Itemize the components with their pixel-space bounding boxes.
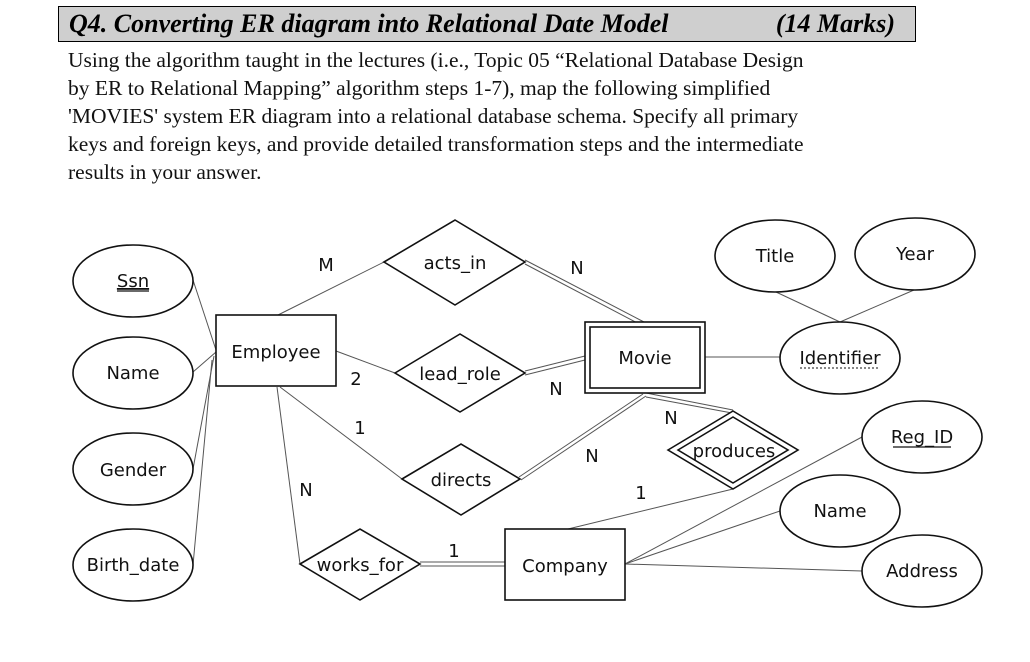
entity-employee-label: Employee (231, 342, 320, 363)
line-movie-produces-a (645, 392, 734, 411)
cardinality-directs-employee: 1 (354, 418, 365, 439)
attribute-ssn-label: Ssn (117, 271, 149, 292)
entity-movie-label: Movie (618, 348, 671, 369)
cardinality-produces-company: 1 (635, 483, 646, 504)
relationship-directs[interactable]: directs (400, 443, 522, 516)
relationship-acts-in-label: acts_in (424, 253, 487, 274)
entity-movie[interactable]: Movie (584, 321, 706, 394)
line-lead-role-movie-b (524, 359, 586, 376)
line-birthdate-employee (192, 359, 213, 566)
line-lead-role-movie-a (524, 355, 586, 372)
attribute-identifier-label: Identifier (799, 348, 881, 369)
line-title-identifier (775, 291, 841, 323)
attribute-reg-id-label: Reg_ID (891, 427, 953, 448)
attribute-ssn[interactable]: Ssn (72, 244, 194, 318)
cardinality-works-for-employee: N (299, 480, 312, 501)
relationship-works-for-label: works_for (317, 555, 404, 576)
line-directs-movie-b (520, 395, 647, 481)
attribute-gender-label: Gender (100, 460, 167, 481)
cardinality-directs-movie: N (585, 446, 598, 467)
attribute-company-name[interactable]: Name (779, 474, 901, 548)
relationship-produces[interactable]: produces (666, 410, 800, 490)
relationship-works-for[interactable]: works_for (298, 528, 422, 601)
attribute-year-label: Year (895, 244, 935, 265)
relationship-lead-role[interactable]: lead_role (393, 333, 527, 413)
cardinality-lead-role-employee: 2 (350, 369, 361, 390)
line-employee-works-for (276, 386, 301, 565)
line-ssn-employee (192, 279, 217, 351)
attribute-company-name-label: Name (813, 501, 866, 522)
attribute-birth-date-label: Birth_date (87, 555, 180, 576)
relationship-lead-role-label: lead_role (419, 364, 501, 385)
line-produces-company (567, 488, 734, 530)
attribute-identifier[interactable]: Identifier (779, 321, 901, 395)
attribute-title-label: Title (755, 246, 795, 267)
cardinality-lead-role-movie: N (549, 379, 562, 400)
relationship-directs-label: directs (431, 470, 492, 491)
cardinality-works-for-company: 1 (448, 541, 459, 562)
attribute-employee-name[interactable]: Name (72, 336, 194, 410)
line-employee-directs (279, 386, 403, 480)
attribute-birth-date[interactable]: Birth_date (72, 528, 194, 602)
entity-company-label: Company (522, 556, 608, 577)
line-employee-lead-role (335, 350, 396, 374)
attribute-reg-id[interactable]: Reg_ID (861, 400, 983, 474)
line-acts-in-movie-a (524, 259, 645, 323)
attribute-year[interactable]: Year (854, 217, 976, 291)
cardinality-acts-in-movie: N (570, 258, 583, 279)
line-movie-produces-b (645, 396, 733, 414)
attribute-address-label: Address (886, 561, 958, 582)
relationship-produces-label: produces (693, 441, 776, 462)
relationship-acts-in[interactable]: acts_in (382, 219, 527, 306)
attribute-title[interactable]: Title (714, 219, 836, 293)
attribute-address[interactable]: Address (861, 534, 983, 608)
entity-company[interactable]: Company (504, 528, 626, 601)
entity-employee[interactable]: Employee (215, 314, 337, 387)
attribute-employee-name-label: Name (106, 363, 159, 384)
line-directs-movie-a (518, 393, 644, 478)
cardinality-produces-movie: N (664, 408, 677, 429)
line-company-name (624, 510, 781, 565)
line-year-identifier (839, 289, 915, 323)
attribute-gender[interactable]: Gender (72, 432, 194, 506)
cardinality-acts-in-employee: M (318, 255, 334, 276)
er-diagram: Employee Movie Company acts_in lead_role… (72, 217, 983, 608)
line-company-address (624, 563, 863, 572)
